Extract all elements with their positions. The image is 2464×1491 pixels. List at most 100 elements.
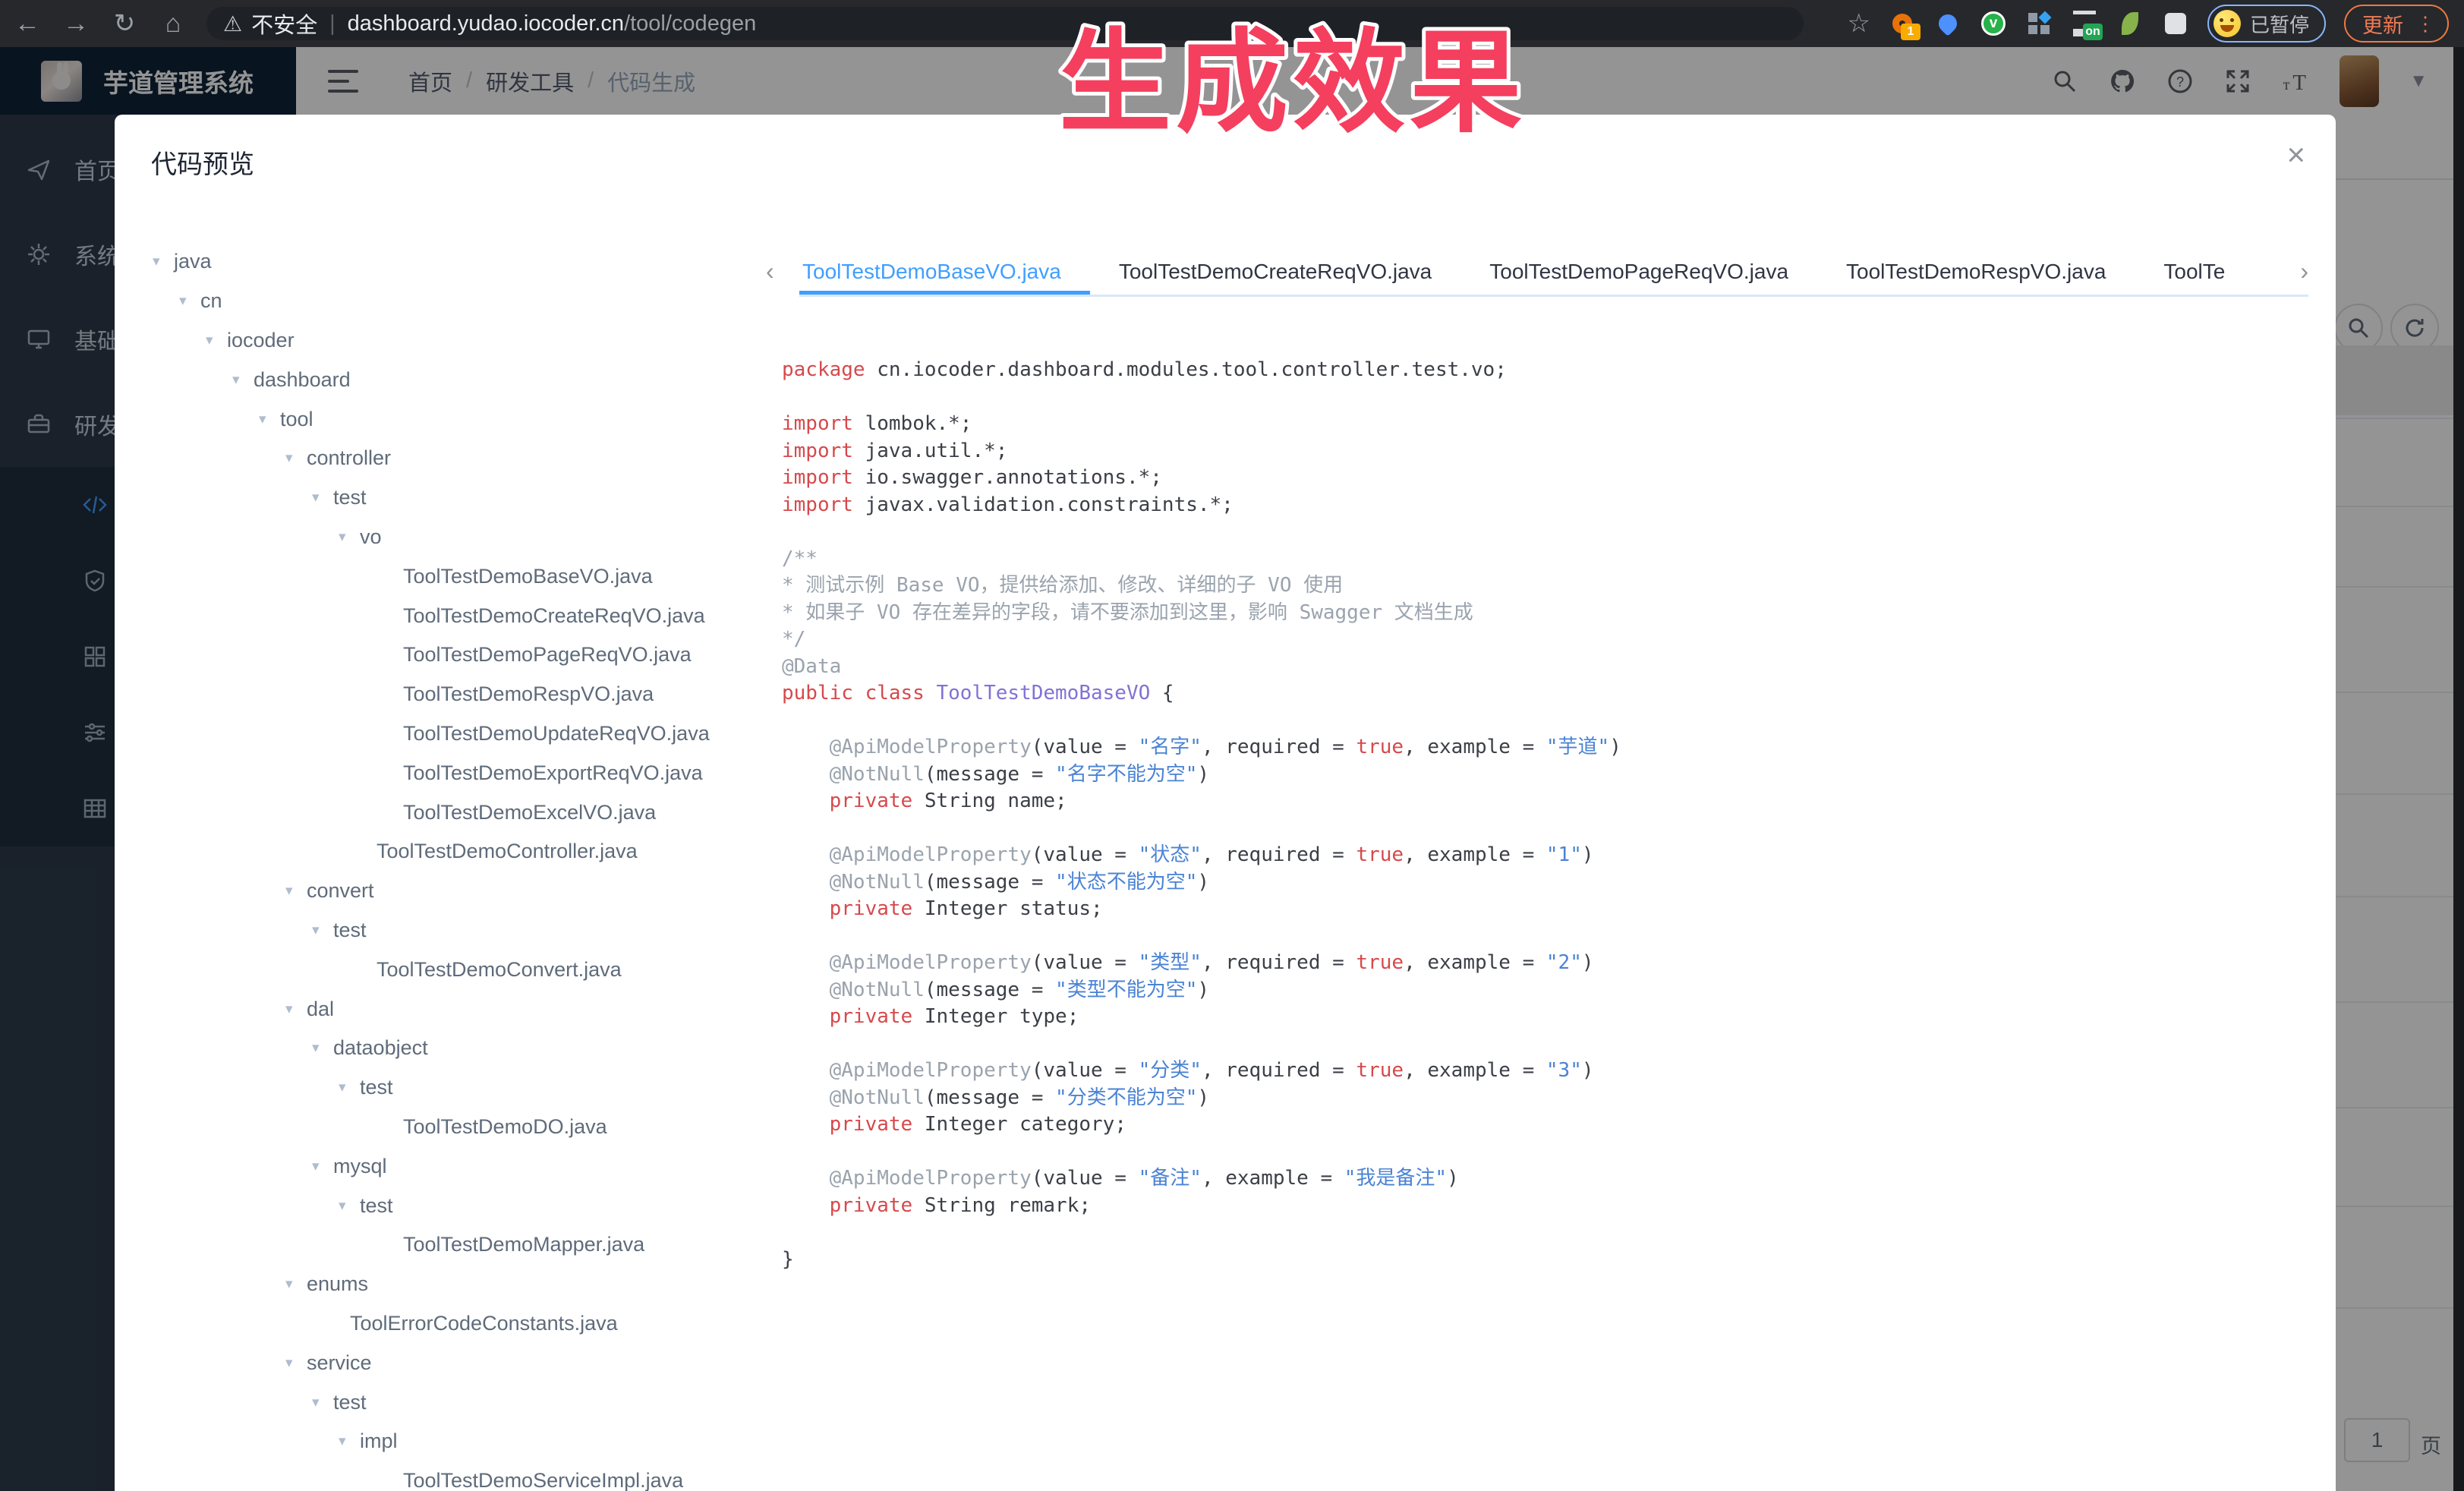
tree-node-label: ToolTestDemoExportReqVO.java [403, 761, 703, 785]
tree-node-label: vo [360, 525, 382, 549]
address-bar[interactable]: ⚠ 不安全 | dashboard.yudao.iocoder.cn/tool/… [206, 7, 1804, 40]
tree-node-file[interactable]: ToolTestDemoConvert.java [355, 950, 774, 989]
tree-expand-caret-icon[interactable]: ▾ [285, 1275, 307, 1293]
tree-expand-caret-icon[interactable]: ▾ [312, 1394, 333, 1411]
browser-scrollbar[interactable] [2453, 47, 2464, 1491]
file-tabs-bar: ‹ ToolTestDemoBaseVO.javaToolTestDemoCre… [766, 248, 2308, 297]
profile-paused-pill[interactable]: 已暂停 [2207, 5, 2326, 43]
tree-node-folder[interactable]: ▾tool [259, 399, 774, 439]
tree-node-file[interactable]: ToolTestDemoDO.java [382, 1108, 774, 1147]
file-tab[interactable]: ToolTestDemoBaseVO.java [799, 248, 1090, 295]
tree-node-folder[interactable]: ▾dal [285, 989, 774, 1029]
tree-node-file[interactable]: ToolTestDemoController.java [355, 832, 774, 872]
tree-expand-caret-icon[interactable]: ▾ [339, 528, 360, 546]
tree-expand-caret-icon[interactable]: ▾ [339, 1079, 360, 1096]
tree-expand-caret-icon[interactable]: ▾ [285, 882, 307, 900]
code-line [782, 1031, 2293, 1058]
tree-node-folder[interactable]: ▾dashboard [232, 360, 774, 399]
tree-node-folder[interactable]: ▾java [153, 242, 774, 282]
drop-extension-icon[interactable] [1934, 10, 1961, 37]
tree-node-folder[interactable]: ▾test [312, 1382, 774, 1422]
tree-node-folder[interactable]: ▾dataobject [312, 1029, 774, 1068]
tree-expand-caret-icon[interactable]: ▾ [285, 1001, 307, 1018]
tree-expand-caret-icon[interactable]: ▾ [179, 292, 200, 310]
puzzle-extension-icon[interactable] [2162, 10, 2189, 37]
tree-node-label: ToolTestDemoRespVO.java [403, 682, 654, 706]
tree-node-folder[interactable]: ▾test [312, 478, 774, 518]
tree-expand-caret-icon[interactable]: ▾ [312, 489, 333, 506]
tree-expand-caret-icon[interactable]: ▾ [285, 449, 307, 467]
tree-node-file[interactable]: ToolTestDemoExportReqVO.java [382, 753, 774, 793]
tree-node-folder[interactable]: ▾service [285, 1343, 774, 1382]
bookmark-star-icon[interactable]: ☆ [1848, 8, 1870, 39]
tree-node-folder[interactable]: ▾iocoder [206, 321, 774, 361]
tree-node-folder[interactable]: ▾convert [285, 872, 774, 911]
tree-expand-caret-icon[interactable]: ▾ [206, 332, 227, 349]
tree-expand-caret-icon[interactable]: ▾ [312, 922, 333, 939]
code-line [782, 708, 2293, 735]
tree-node-label: dataobject [333, 1036, 428, 1060]
dialog-title: 代码预览 [151, 143, 254, 181]
code-line: @NotNull(message = "名字不能为空") [782, 761, 2293, 789]
tree-node-file[interactable]: ToolTestDemoServiceImpl.java [382, 1461, 774, 1491]
tree-node-folder[interactable]: ▾test [312, 911, 774, 950]
tree-expand-caret-icon[interactable]: ▾ [285, 1354, 307, 1372]
tabs-next-icon[interactable]: › [2300, 257, 2308, 285]
browser-menu-icon[interactable]: ⋮ [2415, 12, 2435, 36]
tree-node-file[interactable]: ToolTestDemoMapper.java [382, 1225, 774, 1265]
tree-node-label: dal [307, 998, 334, 1021]
tree-node-folder[interactable]: ▾controller [285, 439, 774, 478]
code-line: import io.swagger.annotations.*; [782, 465, 2293, 492]
forward-icon[interactable]: → [55, 0, 97, 47]
code-line: public class ToolTestDemoBaseVO { [782, 680, 2293, 708]
back-icon[interactable]: ← [6, 0, 49, 47]
tree-node-label: ToolTestDemoDO.java [403, 1115, 607, 1139]
tree-expand-caret-icon[interactable]: ▾ [259, 411, 280, 428]
tree-node-file[interactable]: ToolTestDemoCreateReqVO.java [382, 596, 774, 635]
code-line [782, 923, 2293, 950]
ubuntu-extension-icon[interactable]: 1 [1889, 10, 1916, 37]
check-extension-icon[interactable]: v [1980, 10, 2007, 37]
tree-node-folder[interactable]: ▾test [339, 1068, 774, 1108]
not-secure-warning-icon[interactable]: ⚠ [223, 11, 242, 36]
file-tab[interactable]: ToolTestDemoCreateReqVO.java [1090, 248, 1460, 295]
not-secure-label[interactable]: 不安全 [251, 8, 317, 39]
file-tab[interactable]: ToolTestDemoRespVO.java [1817, 248, 2135, 295]
tree-node-folder[interactable]: ▾impl [339, 1422, 774, 1461]
tree-node-folder[interactable]: ▾mysql [312, 1146, 774, 1186]
tree-node-file[interactable]: ToolTestDemoUpdateReqVO.java [382, 714, 774, 754]
file-tab[interactable]: ToolTe [2135, 248, 2254, 295]
tree-node-file[interactable]: ToolErrorCodeConstants.java [329, 1304, 774, 1344]
tree-expand-caret-icon[interactable]: ▾ [153, 253, 174, 270]
url-host: dashboard.yudao.iocoder.cn [348, 11, 624, 36]
code-line: /** [782, 546, 2293, 573]
tree-expand-caret-icon[interactable]: ▾ [312, 1039, 333, 1057]
tree-node-label: mysql [333, 1155, 387, 1178]
list-extension-icon[interactable]: on [2071, 10, 2098, 37]
tree-node-folder[interactable]: ▾enums [285, 1265, 774, 1304]
tree-node-label: test [360, 1076, 393, 1099]
tree-expand-caret-icon[interactable]: ▾ [232, 371, 254, 389]
tree-expand-caret-icon[interactable]: ▾ [339, 1197, 360, 1215]
tabs-prev-icon[interactable]: ‹ [766, 257, 774, 285]
code-line: @NotNull(message = "分类不能为空") [782, 1085, 2293, 1112]
tree-node-label: ToolTestDemoServiceImpl.java [403, 1469, 683, 1491]
tree-node-folder[interactable]: ▾cn [179, 282, 774, 321]
tree-node-file[interactable]: ToolTestDemoPageReqVO.java [382, 635, 774, 675]
chrome-update-button[interactable]: 更新 ⋮ [2344, 5, 2449, 43]
tree-node-file[interactable]: ToolTestDemoExcelVO.java [382, 793, 774, 832]
tree-node-label: controller [307, 446, 391, 470]
file-tab[interactable]: ToolTestDemoPageReqVO.java [1460, 248, 1817, 295]
tree-node-folder[interactable]: ▾vo [339, 518, 774, 557]
home-icon[interactable]: ⌂ [152, 0, 194, 47]
tree-node-file[interactable]: ToolTestDemoRespVO.java [382, 675, 774, 714]
file-tree: ▾java▾cn▾iocoder▾dashboard▾tool▾controll… [121, 242, 774, 1491]
close-icon[interactable]: × [2286, 139, 2305, 171]
grid-extension-icon[interactable] [2025, 10, 2053, 37]
plant-extension-icon[interactable] [2116, 10, 2144, 37]
tree-expand-caret-icon[interactable]: ▾ [312, 1158, 333, 1175]
tree-expand-caret-icon[interactable]: ▾ [339, 1433, 360, 1450]
reload-icon[interactable]: ↻ [103, 0, 146, 47]
tree-node-folder[interactable]: ▾test [339, 1186, 774, 1225]
tree-node-file[interactable]: ToolTestDemoBaseVO.java [382, 556, 774, 596]
